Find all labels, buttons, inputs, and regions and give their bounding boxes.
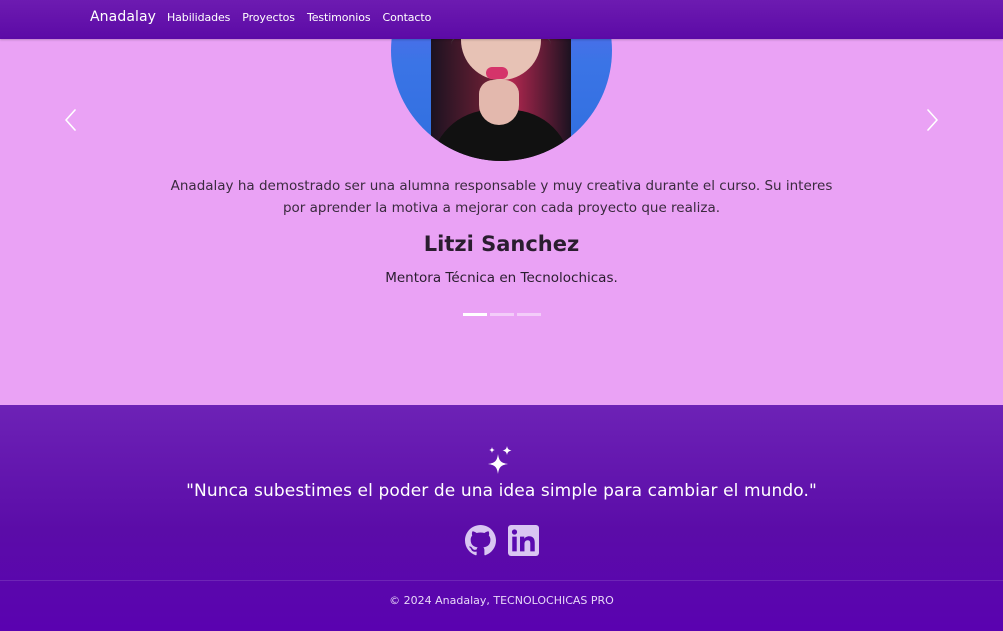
testimonial-section: Anadalay ha demostrado ser una alumna re… xyxy=(0,0,1003,405)
footer: "Nunca subestimes el poder de una idea s… xyxy=(0,405,1003,631)
linkedin-icon xyxy=(508,525,539,560)
footer-divider xyxy=(0,580,1003,581)
carousel-prev-button[interactable] xyxy=(59,108,81,132)
carousel-indicators xyxy=(463,313,541,316)
linkedin-link[interactable] xyxy=(508,525,539,556)
testimonial-author: Litzi Sanchez xyxy=(423,232,580,256)
github-icon xyxy=(465,525,496,560)
avatar-lips-shape xyxy=(486,67,508,79)
carousel-indicator-2[interactable] xyxy=(490,313,514,316)
sparkles-icon xyxy=(486,445,514,475)
brand-link[interactable]: Anadalay xyxy=(90,9,156,25)
social-links xyxy=(465,525,539,556)
copyright-text: © 2024 Anadalay, TECNOLOCHICAS PRO xyxy=(389,594,614,607)
github-link[interactable] xyxy=(465,525,496,556)
carousel-next-button[interactable] xyxy=(922,108,944,132)
nav-link-contacto[interactable]: Contacto xyxy=(383,11,432,24)
testimonial-quote: Anadalay ha demostrado ser una alumna re… xyxy=(170,178,833,216)
carousel-indicator-3[interactable] xyxy=(517,313,541,316)
avatar-hand-shape xyxy=(479,80,519,125)
chevron-right-icon xyxy=(926,109,940,138)
footer-motto: "Nunca subestimes el poder de una idea s… xyxy=(186,481,817,501)
testimonial-role: Mentora Técnica en Tecnolochicas. xyxy=(385,270,618,286)
chevron-left-icon xyxy=(63,109,77,138)
nav-link-habilidades[interactable]: Habilidades xyxy=(167,11,230,24)
nav-link-proyectos[interactable]: Proyectos xyxy=(242,11,295,24)
carousel-indicator-1[interactable] xyxy=(463,313,487,316)
top-navbar: Anadalay Habilidades Proyectos Testimoni… xyxy=(0,0,1003,39)
nav-link-testimonios[interactable]: Testimonios xyxy=(307,11,371,24)
nav-links: Habilidades Proyectos Testimonios Contac… xyxy=(167,11,431,24)
